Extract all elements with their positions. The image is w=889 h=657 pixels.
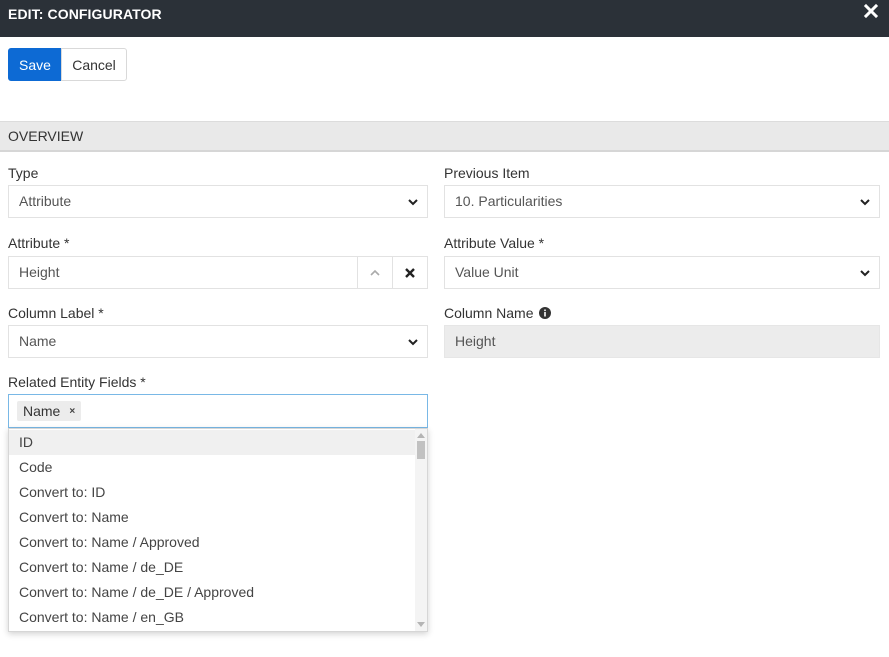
tag-label: Name <box>23 403 61 419</box>
chevron-down-icon <box>408 339 418 346</box>
related-fields-label: Related Entity Fields * <box>8 374 146 390</box>
dropdown-option[interactable]: Code <box>9 455 417 480</box>
related-fields-input[interactable]: Name × <box>8 394 428 428</box>
column-label-select[interactable]: Name <box>8 325 428 358</box>
dropdown-option[interactable]: Convert to: Name / de_DE / Approved <box>9 580 417 605</box>
dropdown-option[interactable]: Convert to: Name <box>9 505 417 530</box>
type-value: Attribute <box>19 193 72 209</box>
save-button[interactable]: Save <box>8 48 62 81</box>
attribute-input[interactable]: Height <box>8 256 358 289</box>
attribute-label: Attribute * <box>8 235 70 251</box>
column-name-field: Height <box>444 325 880 358</box>
dialog-header: EDIT: CONFIGURATOR <box>0 0 889 37</box>
scroll-up-icon[interactable] <box>417 433 425 438</box>
dropdown-option[interactable]: Convert to: ID <box>9 480 417 505</box>
attribute-value-value: Value Unit <box>455 264 519 280</box>
close-icon[interactable] <box>863 3 879 19</box>
cancel-button[interactable]: Cancel <box>61 48 127 81</box>
selected-tag: Name × <box>17 401 82 421</box>
type-label: Type <box>8 165 39 181</box>
type-select[interactable]: Attribute <box>8 185 428 218</box>
attribute-select-button[interactable] <box>357 256 393 289</box>
dropdown-option[interactable]: Convert to: Name / Approved <box>9 530 417 555</box>
dropdown-option[interactable]: ID <box>9 430 417 455</box>
column-name-label: Column Name <box>444 305 552 321</box>
info-icon[interactable] <box>539 307 552 319</box>
section-title: OVERVIEW <box>8 128 84 144</box>
column-label-label: Column Label * <box>8 305 104 321</box>
column-name-value: Height <box>455 333 496 349</box>
dropdown-scrollbar[interactable] <box>415 429 427 631</box>
chevron-up-icon <box>370 269 380 276</box>
chevron-down-icon <box>408 199 418 206</box>
chevron-down-icon <box>860 199 870 206</box>
previous-item-select[interactable]: 10. Particularities <box>444 185 880 218</box>
column-label-value: Name <box>19 333 57 349</box>
attribute-value-label: Attribute Value * <box>444 235 545 251</box>
scroll-down-icon[interactable] <box>417 622 425 627</box>
attribute-value-select[interactable]: Value Unit <box>444 256 880 289</box>
dialog-title: EDIT: CONFIGURATOR <box>8 6 162 22</box>
tag-remove-icon[interactable]: × <box>69 406 75 417</box>
overview-section-header[interactable]: OVERVIEW <box>0 121 889 152</box>
attribute-clear-button[interactable] <box>392 256 428 289</box>
close-icon <box>405 267 415 278</box>
previous-item-label: Previous Item <box>444 165 530 181</box>
attribute-value: Height <box>19 264 60 280</box>
scrollbar-thumb[interactable] <box>417 441 425 459</box>
chevron-down-icon <box>860 270 870 277</box>
column-name-label-text: Column Name <box>444 305 534 321</box>
dropdown-option[interactable]: Convert to: Name / en_GB <box>9 605 417 630</box>
related-fields-dropdown: ID Code Convert to: ID Convert to: Name … <box>8 428 428 632</box>
previous-item-value: 10. Particularities <box>455 193 563 209</box>
dropdown-option[interactable]: Convert to: Name / de_DE <box>9 555 417 580</box>
